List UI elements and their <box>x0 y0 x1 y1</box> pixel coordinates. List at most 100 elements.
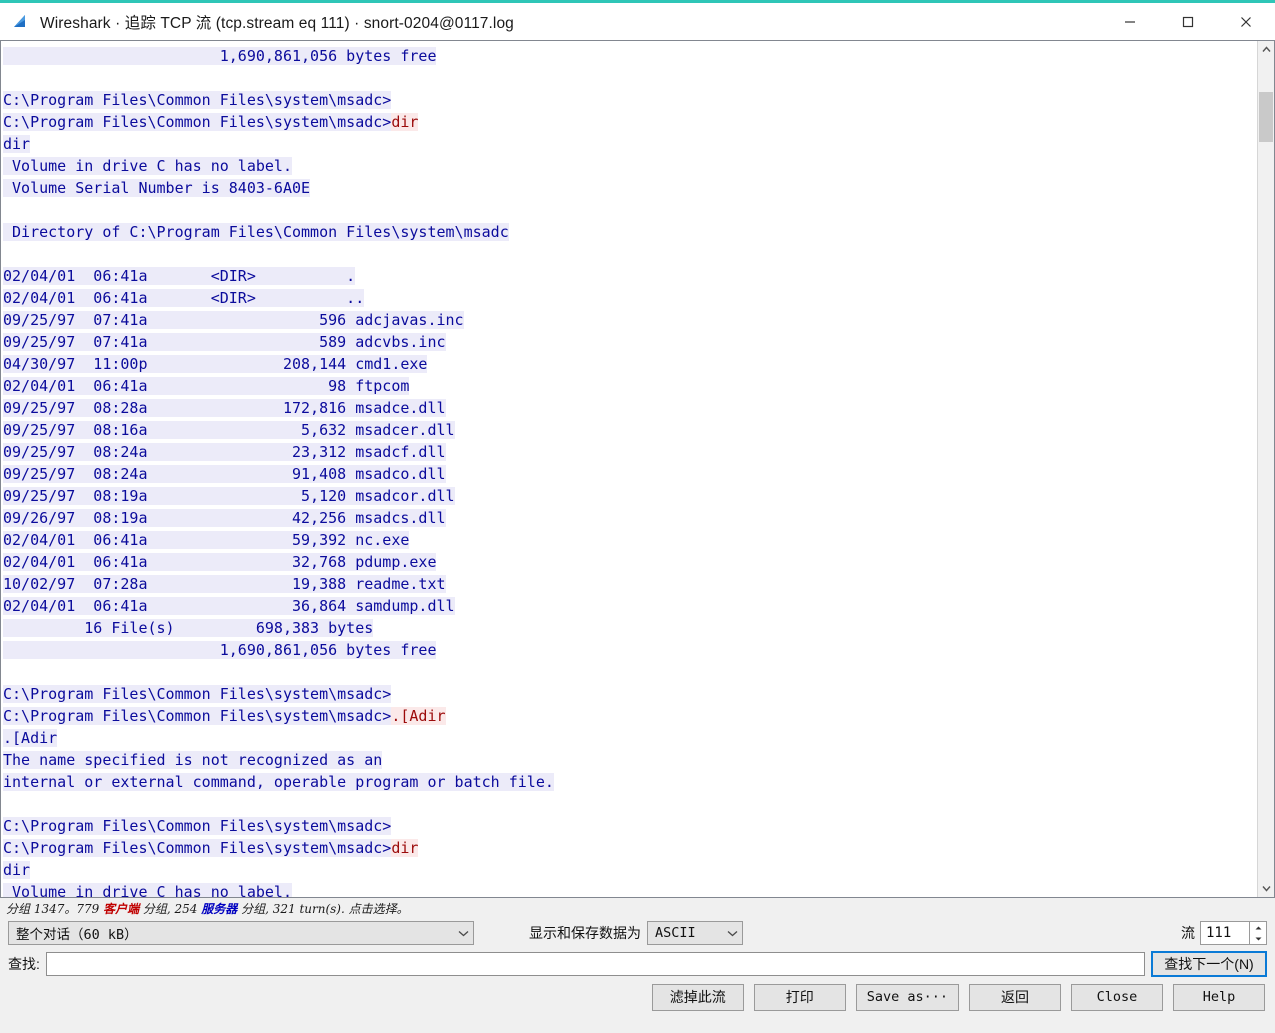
stepper-down-icon[interactable] <box>1250 933 1266 944</box>
stream-label: 流 <box>1181 925 1195 941</box>
stream-line: The name specified is not recognized as … <box>3 749 1257 771</box>
options-row: 整个对话（60 kB） 显示和保存数据为 ASCII 流 111 <box>0 918 1275 948</box>
server-text: 02/04/01 06:41a <DIR> . <box>3 267 356 285</box>
chevron-down-icon <box>727 930 738 937</box>
conversation-select-value: 整个对话（60 kB） <box>16 927 138 943</box>
print-button[interactable]: 打印 <box>753 983 846 1011</box>
server-text: 1,690,861,056 bytes free <box>3 641 437 659</box>
stream-stepper[interactable] <box>1250 921 1267 945</box>
server-text: 09/25/97 08:19a 5,120 msadcor.dll <box>3 487 455 505</box>
server-text: .[Adir <box>3 729 58 747</box>
stream-line: Volume in drive C has no label. <box>3 881 1257 897</box>
stream-line: 1,690,861,056 bytes free <box>3 639 1257 661</box>
server-text: 09/25/97 07:41a 589 adcvbs.inc <box>3 333 446 351</box>
window-controls <box>1101 3 1275 40</box>
find-label: 查找: <box>8 956 40 972</box>
server-text: 04/30/97 11:00p 208,144 cmd1.exe <box>3 355 428 373</box>
server-text: The name specified is not recognized as … <box>3 751 383 769</box>
back-button[interactable]: 返回 <box>969 983 1061 1011</box>
stream-line <box>3 793 1257 815</box>
stream-line: Volume Serial Number is 8403-6A0E <box>3 177 1257 199</box>
stream-text-area[interactable]: 1,690,861,056 bytes free C:\Program File… <box>1 41 1257 897</box>
client-text: dir <box>391 839 419 857</box>
stream-line: 09/25/97 07:41a 589 adcvbs.inc <box>3 331 1257 353</box>
server-text: 10/02/97 07:28a 19,388 readme.txt <box>3 575 446 593</box>
stream-line: 02/04/01 06:41a 98 ftpcom <box>3 375 1257 397</box>
chevron-down-icon <box>458 930 469 937</box>
filter-out-stream-button[interactable]: 滤掉此流 <box>651 983 744 1011</box>
tcp-stream-window: Wireshark · 追踪 TCP 流 (tcp.stream eq 111)… <box>0 0 1275 1033</box>
stream-line: dir <box>3 859 1257 881</box>
stream-line: 09/25/97 08:28a 172,816 msadce.dll <box>3 397 1257 419</box>
maximize-button[interactable] <box>1159 3 1217 40</box>
server-text: 02/04/01 06:41a <DIR> .. <box>3 289 365 307</box>
close-button[interactable] <box>1217 3 1275 40</box>
server-text: 1,690,861,056 bytes free <box>3 47 437 65</box>
server-text: Volume in drive C has no label. <box>3 157 292 175</box>
server-text: 02/04/01 06:41a 32,768 pdump.exe <box>3 553 437 571</box>
stream-line <box>3 67 1257 89</box>
server-text: C:\Program Files\Common Files\system\msa… <box>3 113 392 131</box>
stream-line: 09/25/97 07:41a 596 adcjavas.inc <box>3 309 1257 331</box>
stream-line: internal or external command, operable p… <box>3 771 1257 793</box>
encoding-select[interactable]: ASCII <box>647 921 743 945</box>
close-dialog-button[interactable]: Close <box>1071 983 1163 1011</box>
stream-line: 10/02/97 07:28a 19,388 readme.txt <box>3 573 1257 595</box>
find-input[interactable] <box>45 952 1145 976</box>
wireshark-fin-icon <box>12 13 30 31</box>
encoding-select-value: ASCII <box>655 925 696 941</box>
server-text: 02/04/01 06:41a 59,392 nc.exe <box>3 531 410 549</box>
server-text: 09/26/97 08:19a 42,256 msadcs.dll <box>3 509 446 527</box>
conversation-select[interactable]: 整个对话（60 kB） <box>8 921 474 945</box>
client-text: .[Adir <box>391 707 446 725</box>
stream-line: 1,690,861,056 bytes free <box>3 45 1257 67</box>
stream-number-input[interactable]: 111 <box>1200 921 1250 945</box>
server-text: C:\Program Files\Common Files\system\msa… <box>3 817 392 835</box>
status-client-word: 客户端 <box>103 902 140 916</box>
stream-line: 02/04/01 06:41a 32,768 pdump.exe <box>3 551 1257 573</box>
stream-line: dir <box>3 133 1257 155</box>
server-text: C:\Program Files\Common Files\system\msa… <box>3 839 392 857</box>
server-text: 09/25/97 08:24a 23,312 msadcf.dll <box>3 443 446 461</box>
window-title: Wireshark · 追踪 TCP 流 (tcp.stream eq 111)… <box>40 14 514 32</box>
find-next-button[interactable]: 查找下一个(N) <box>1151 951 1267 977</box>
stream-line: 09/25/97 08:24a 23,312 msadcf.dll <box>3 441 1257 463</box>
stream-number-group: 流 111 <box>1181 921 1267 945</box>
stepper-up-icon[interactable] <box>1250 922 1266 933</box>
stream-line: 09/25/97 08:24a 91,408 msadco.dll <box>3 463 1257 485</box>
vertical-scrollbar[interactable] <box>1257 41 1274 897</box>
find-row: 查找: 查找下一个(N) <box>0 948 1275 980</box>
server-text: Volume Serial Number is 8403-6A0E <box>3 179 311 197</box>
scroll-up-arrow-icon[interactable] <box>1258 41 1274 58</box>
stream-line: C:\Program Files\Common Files\system\msa… <box>3 815 1257 837</box>
show-and-save-label: 显示和保存数据为 <box>529 925 641 941</box>
status-suffix: 分组, 321 turn(s). 点击选择。 <box>237 902 409 916</box>
scroll-down-arrow-icon[interactable] <box>1258 880 1274 897</box>
scrollbar-track[interactable] <box>1258 58 1274 880</box>
status-server-word: 服务器 <box>201 902 238 916</box>
minimize-button[interactable] <box>1101 3 1159 40</box>
stream-line <box>3 199 1257 221</box>
server-text: 02/04/01 06:41a 98 ftpcom <box>3 377 410 395</box>
stream-line: Volume in drive C has no label. <box>3 155 1257 177</box>
server-text: C:\Program Files\Common Files\system\msa… <box>3 707 392 725</box>
scrollbar-thumb[interactable] <box>1259 92 1273 142</box>
stream-line: C:\Program Files\Common Files\system\msa… <box>3 837 1257 859</box>
client-text: dir <box>391 113 419 131</box>
stream-line <box>3 661 1257 683</box>
stream-line: 02/04/01 06:41a 59,392 nc.exe <box>3 529 1257 551</box>
stream-line: C:\Program Files\Common Files\system\msa… <box>3 705 1257 727</box>
help-button[interactable]: Help <box>1173 983 1265 1011</box>
server-text: 09/25/97 08:28a 172,816 msadce.dll <box>3 399 446 417</box>
stream-line: 09/25/97 08:19a 5,120 msadcor.dll <box>3 485 1257 507</box>
stream-line: 04/30/97 11:00p 208,144 cmd1.exe <box>3 353 1257 375</box>
stream-line: 16 File(s) 698,383 bytes <box>3 617 1257 639</box>
title-bar: Wireshark · 追踪 TCP 流 (tcp.stream eq 111)… <box>0 3 1275 40</box>
stream-line <box>3 243 1257 265</box>
stream-line: 02/04/01 06:41a <DIR> .. <box>3 287 1257 309</box>
stream-line: 02/04/01 06:41a 36,864 samdump.dll <box>3 595 1257 617</box>
stream-pane: 1,690,861,056 bytes free C:\Program File… <box>0 40 1275 898</box>
server-text: internal or external command, operable p… <box>3 773 554 791</box>
save-as-button[interactable]: Save as··· <box>855 983 959 1011</box>
stream-line: 09/25/97 08:16a 5,632 msadcer.dll <box>3 419 1257 441</box>
